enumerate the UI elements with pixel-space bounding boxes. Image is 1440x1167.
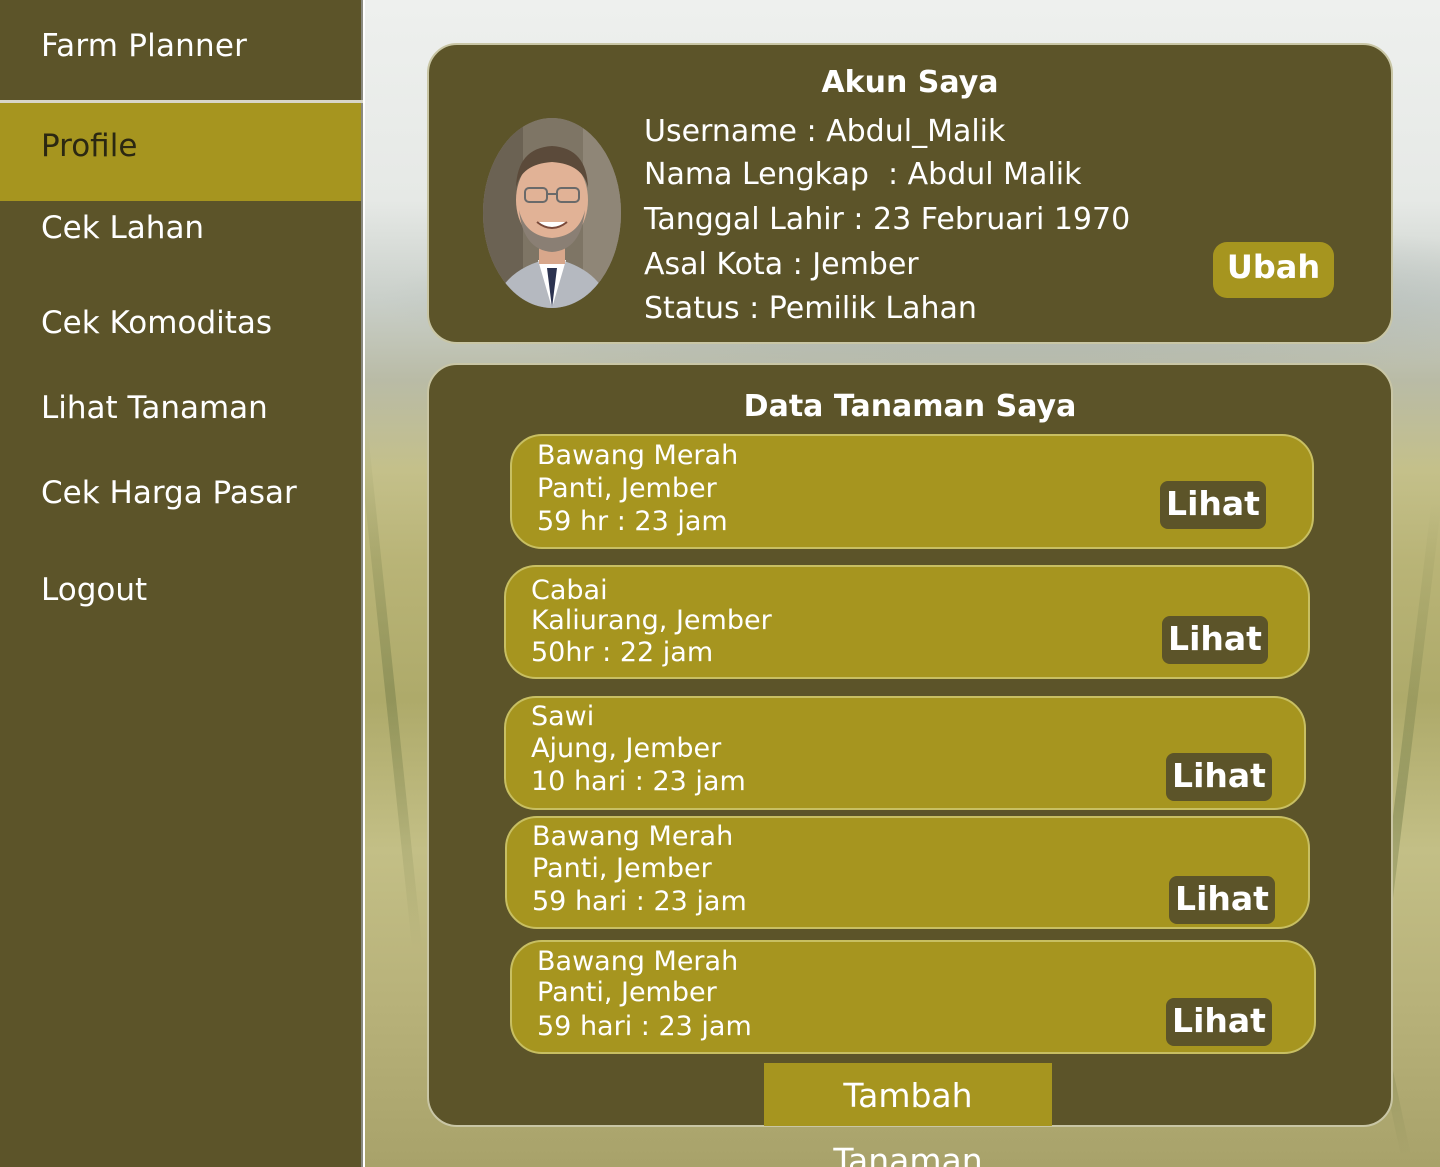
plant-location: Panti, Jember <box>537 977 717 1008</box>
plant-location: Kaliurang, Jember <box>531 605 772 636</box>
view-plant-button[interactable]: Lihat <box>1160 481 1266 529</box>
plant-remaining-time: 59 hr : 23 jam <box>537 506 728 537</box>
plant-item: Cabai Kaliurang, Jember 50hr : 22 jam Li… <box>504 565 1310 679</box>
profile-city: Asal Kota : Jember <box>644 247 919 282</box>
plant-location: Panti, Jember <box>537 473 717 504</box>
plant-remaining-time: 10 hari : 23 jam <box>531 766 746 797</box>
view-plant-button[interactable]: Lihat <box>1169 876 1275 924</box>
plant-location: Ajung, Jember <box>531 733 722 764</box>
sidebar-item-logout[interactable]: Logout <box>0 567 361 613</box>
sidebar-item-cek-lahan[interactable]: Cek Lahan <box>0 205 361 251</box>
plant-remaining-time: 50hr : 22 jam <box>531 637 714 668</box>
plants-title: Data Tanaman Saya <box>743 389 1077 424</box>
sidebar-item-profile[interactable]: Profile <box>0 103 361 201</box>
plant-item: Sawi Ajung, Jember 10 hari : 23 jam Liha… <box>504 696 1306 810</box>
profile-birthdate: Tanggal Lahir : 23 Februari 1970 <box>644 202 1131 237</box>
view-plant-button[interactable]: Lihat <box>1162 616 1268 664</box>
sidebar: Farm Planner Profile Cek Lahan Cek Komod… <box>0 0 363 1167</box>
plant-name: Bawang Merah <box>537 946 739 977</box>
plant-remaining-time: 59 hari : 23 jam <box>537 1011 752 1042</box>
profile-username: Username : Abdul_Malik <box>644 114 1006 149</box>
plant-item: Bawang Merah Panti, Jember 59 hari : 23 … <box>505 816 1310 929</box>
plant-name: Bawang Merah <box>537 440 739 471</box>
profile-status: Status : Pemilik Lahan <box>644 291 977 326</box>
plant-remaining-time: 59 hari : 23 jam <box>532 886 747 917</box>
plant-name: Sawi <box>531 701 595 732</box>
view-plant-button[interactable]: Lihat <box>1166 998 1272 1046</box>
edit-profile-button[interactable]: Ubah <box>1213 242 1334 298</box>
plant-item: Bawang Merah Panti, Jember 59 hr : 23 ja… <box>510 434 1314 549</box>
add-plant-button[interactable]: Tambah Tanaman <box>764 1063 1052 1167</box>
avatar-photo-icon <box>483 118 621 308</box>
avatar <box>483 118 621 308</box>
plant-item: Bawang Merah Panti, Jember 59 hari : 23 … <box>510 940 1316 1054</box>
plant-name: Cabai <box>531 575 608 606</box>
sidebar-item-cek-harga-pasar[interactable]: Cek Harga Pasar <box>0 470 361 516</box>
app-title: Farm Planner <box>41 28 248 64</box>
profile-fullname: Nama Lengkap : Abdul Malik <box>644 157 1082 192</box>
plant-location: Panti, Jember <box>532 853 712 884</box>
view-plant-button[interactable]: Lihat <box>1166 753 1272 801</box>
sidebar-item-cek-komoditas[interactable]: Cek Komoditas <box>0 300 361 346</box>
plant-name: Bawang Merah <box>532 821 734 852</box>
sidebar-item-lihat-tanaman[interactable]: Lihat Tanaman <box>0 385 361 431</box>
account-title: Akun Saya <box>821 65 999 100</box>
